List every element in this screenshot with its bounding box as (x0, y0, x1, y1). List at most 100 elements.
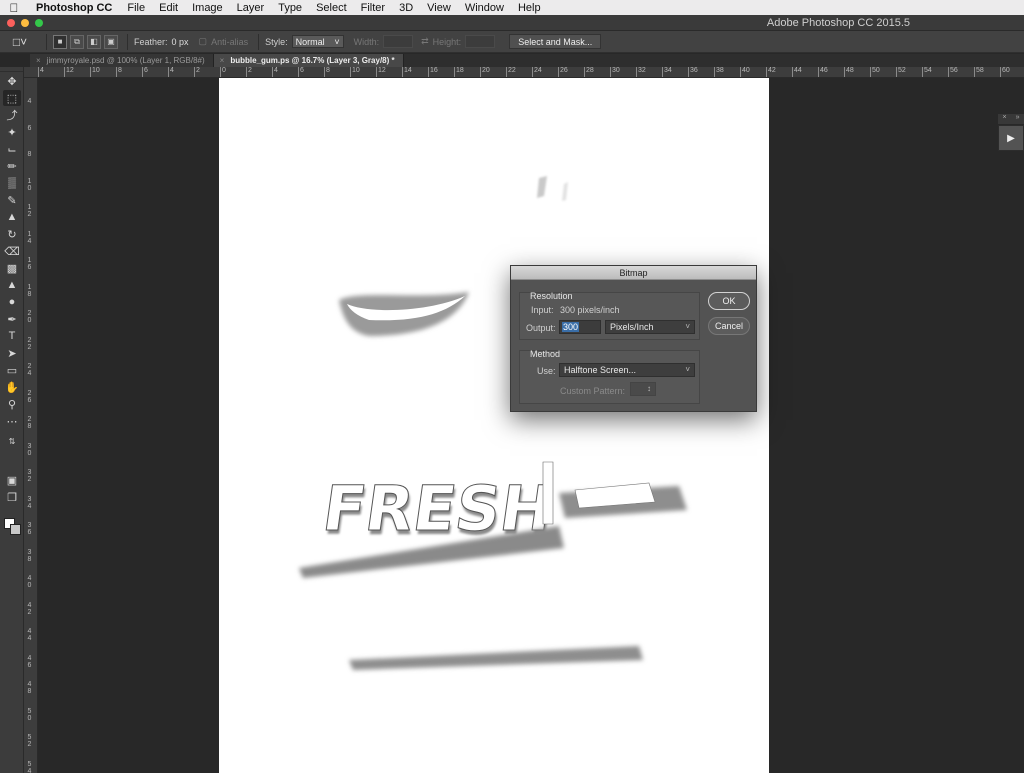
pen-tool-icon[interactable]: ✒ (3, 311, 21, 327)
ruler-left-label: 5 4 (27, 760, 32, 773)
panel-dock-controls: × » (998, 114, 1024, 124)
antialias-checkbox[interactable]: ▢ (199, 36, 208, 47)
subtract-selection-icon[interactable]: ◧ (87, 34, 101, 49)
path-selection-tool-icon[interactable]: ➤ (3, 345, 21, 361)
play-action-button[interactable]: ▶ (998, 125, 1024, 151)
menu-edit[interactable]: Edit (152, 2, 185, 14)
close-tab-icon[interactable]: × (36, 56, 41, 65)
swap-colors-icon[interactable]: ⇅ (3, 433, 21, 449)
ruler-left-label: 1 6 (27, 257, 32, 271)
menu-filter[interactable]: Filter (354, 2, 392, 14)
ruler-left-label: 4 2 (27, 601, 32, 616)
width-input[interactable] (383, 35, 414, 48)
rectangle-tool-icon[interactable]: ▭ (3, 362, 21, 378)
intersect-selection-icon[interactable]: ▣ (104, 34, 118, 49)
panel-grip[interactable] (0, 67, 23, 72)
menu-layer[interactable]: Layer (230, 2, 272, 14)
hand-tool-icon[interactable]: ✋ (3, 379, 21, 395)
feather-input[interactable]: 0 px (172, 37, 189, 47)
ruler-tick (142, 67, 143, 77)
ruler-tick (688, 67, 689, 77)
tab-bubble-gum[interactable]: × bubble_gum.ps @ 16.7% (Layer 3, Gray/8… (213, 54, 404, 67)
eyedropper-tool-icon[interactable]: ✏ (3, 158, 21, 174)
more-tools-icon[interactable]: ⋯ (3, 413, 21, 429)
ruler-tick (116, 67, 117, 77)
custom-pattern-picker[interactable]: ↕ (630, 382, 656, 396)
ruler-tick (376, 67, 377, 77)
select-and-mask-button[interactable]: Select and Mask... (509, 34, 602, 49)
blur-tool-icon[interactable]: ▲ (3, 277, 21, 293)
options-divider (258, 33, 260, 50)
ruler-top-label: 36 (690, 67, 698, 74)
dodge-tool-icon[interactable]: ● (3, 294, 21, 310)
height-label: Height: (432, 36, 462, 47)
screen-mode-icon[interactable]: ❐ (3, 489, 21, 505)
ruler-left-label: 4 (27, 98, 32, 105)
options-divider (46, 33, 47, 50)
close-window-button[interactable] (7, 19, 15, 27)
swap-icon[interactable]: ⇄ (421, 36, 429, 47)
vertical-ruler[interactable]: 4 6 8 1 0 1 2 1 4 1 6 1 8 2 0 2 2 2 4 2 6 2 8 3 0 3 2 3… (24, 78, 38, 773)
height-input[interactable] (465, 35, 496, 48)
play-icon: ▶ (1007, 132, 1015, 144)
horizontal-ruler[interactable]: 4 12 10 8 6 4 2 0 2 4 6 8 10 12 14 16 18 20 22 24 26 28 30 32 34… (24, 67, 1024, 78)
type-tool-icon[interactable]: T (3, 328, 21, 344)
menu-3d[interactable]: 3D (392, 2, 420, 14)
menu-image[interactable]: Image (185, 2, 230, 14)
bottom-shadow-stripe (349, 646, 643, 670)
marquee-preset-icon[interactable]: □˅ (0, 33, 40, 51)
method-use-select[interactable]: Halftone Screen... ˅ (559, 363, 695, 377)
tab-jimmyroyale[interactable]: × jimmyroyale.psd @ 100% (Layer 1, RGB/8… (30, 54, 214, 67)
ruler-tick (584, 67, 585, 77)
rectangular-marquee-tool-icon[interactable]: ⬚ (3, 90, 21, 106)
gradient-tool-icon[interactable]: ▩ (3, 260, 21, 276)
ok-button[interactable]: OK (708, 292, 750, 310)
chevron-down-icon: ˅ (685, 365, 690, 374)
close-panel-icon[interactable]: × (1003, 114, 1007, 124)
ruler-tick (324, 67, 325, 77)
menu-help[interactable]: Help (511, 2, 548, 14)
move-tool-icon[interactable]: ✥ (3, 73, 21, 89)
style-select[interactable]: Normal ˅ (291, 35, 344, 48)
app-name-menu[interactable]: Photoshop CC (28, 2, 120, 14)
background-color-swatch[interactable] (10, 524, 21, 535)
ruler-left-label: 4 4 (27, 628, 32, 642)
brush-tool-icon[interactable]: ✎ (3, 192, 21, 208)
add-selection-icon[interactable]: ⧉ (70, 34, 84, 49)
ruler-left-label: 2 8 (27, 416, 32, 430)
apple-icon[interactable]:  (0, 1, 28, 15)
zoom-window-button[interactable] (35, 19, 43, 27)
eraser-tool-icon[interactable]: ⌫ (3, 243, 21, 259)
output-resolution-input[interactable]: 300 (559, 320, 601, 334)
menu-select[interactable]: Select (309, 2, 354, 14)
quick-mask-icon[interactable]: ▣ (3, 472, 21, 488)
crop-tool-icon[interactable]: ⌙ (3, 141, 21, 157)
close-tab-icon[interactable]: × (220, 56, 225, 65)
history-brush-tool-icon[interactable]: ↻ (3, 226, 21, 242)
expand-panel-icon[interactable]: » (1016, 114, 1020, 124)
output-unit-select[interactable]: Pixels/Inch ˅ (605, 320, 695, 334)
menu-file[interactable]: File (120, 2, 152, 14)
ruler-top-label: 4 (274, 67, 278, 74)
lasso-tool-icon[interactable]: ⤴ (3, 107, 21, 123)
clone-stamp-tool-icon[interactable]: ▲ (3, 209, 21, 225)
input-label: Input: (531, 305, 554, 315)
ruler-left-label: 2 0 (27, 310, 32, 324)
ruler-left-label: 6 (27, 124, 32, 132)
menu-window[interactable]: Window (458, 2, 511, 14)
healing-brush-tool-icon[interactable]: ▒ (3, 175, 21, 191)
magic-wand-tool-icon[interactable]: ✦ (3, 124, 21, 140)
ruler-tick (532, 67, 533, 77)
ruler-left-label: 2 2 (27, 336, 32, 351)
cancel-button[interactable]: Cancel (708, 317, 750, 335)
document-canvas[interactable]: FRESH FRESH (219, 78, 769, 773)
menu-type[interactable]: Type (271, 2, 309, 14)
minimize-window-button[interactable] (21, 19, 29, 27)
chevron-down-icon: ˅ (685, 322, 690, 331)
tools-panel: ✥ ⬚ ⤴ ✦ ⌙ ✏ ▒ ✎ ▲ ↻ ⌫ ▩ ▲ ● ✒ T ➤ ▭ ✋ ⚲ … (0, 67, 24, 773)
ruler-top-label: 4 (40, 67, 44, 74)
menu-view[interactable]: View (420, 2, 458, 14)
new-selection-icon[interactable]: ■ (53, 34, 67, 49)
zoom-tool-icon[interactable]: ⚲ (3, 396, 21, 412)
ruler-left-label: 3 6 (27, 522, 32, 536)
